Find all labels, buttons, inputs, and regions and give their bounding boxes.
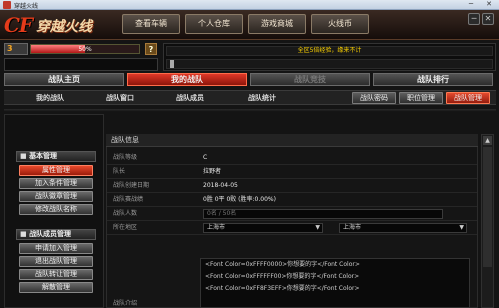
tab-clan-ranking[interactable]: 战队排行	[373, 73, 493, 86]
info-row: 队长 拉野者	[107, 165, 477, 179]
content-title: 战队信息	[106, 134, 478, 147]
close-window-button[interactable]: ✕	[482, 0, 496, 9]
subtab-my-clan[interactable]: 我的战队	[18, 93, 82, 104]
province-select[interactable]: 上海市 ▼	[203, 223, 323, 233]
menu-join-condition[interactable]: 加入条件管理	[19, 178, 93, 189]
notice-bar: 全区5倍经验，缘来不计	[166, 46, 493, 56]
info-value: 2018-04-05	[203, 182, 238, 189]
description-line: <Font Color=0xFFFFFF00>你想要的字</Font Color…	[205, 273, 360, 280]
volume-slider[interactable]	[166, 59, 493, 69]
notice-text: 全区5倍经验，缘来不计	[297, 47, 362, 54]
client-area: CF 穿越火线 查看车辆 个人仓库 游戏商城 火线币 ─ ✕ 3 50% ? 全…	[0, 10, 499, 308]
menu-rename-clan[interactable]: 修改战队名称	[19, 204, 93, 215]
divider	[4, 109, 496, 112]
nav-coin-button[interactable]: 火线币	[311, 14, 369, 34]
status-message-box	[4, 58, 158, 71]
info-value: C	[203, 154, 208, 161]
game-logo: CF 穿越火线	[4, 13, 120, 37]
city-select[interactable]: 上海市 ▼	[339, 223, 467, 233]
info-row: 战队赛战绩 0胜 0平 0败 (胜率:0.00%)	[107, 193, 477, 207]
menu-dissolve-manage[interactable]: 解散管理	[19, 282, 93, 293]
info-row: 战队创建日期 2018-04-05	[107, 179, 477, 193]
subtab-clan-stats[interactable]: 战队统计	[230, 93, 294, 104]
minimize-icon[interactable]: ─	[468, 13, 480, 25]
description-line: <Font Color=0xFF8F3EFF>你想要的字</Font Color…	[205, 285, 360, 292]
description-label: 战队介绍	[113, 300, 138, 307]
main-tabs: 战队主页 我的战队 战队竞技 战队排行	[4, 73, 496, 86]
tab-my-clan[interactable]: 我的战队	[127, 73, 247, 86]
volume-slider-knob[interactable]	[170, 60, 174, 68]
help-button[interactable]: ?	[145, 43, 157, 55]
content-scrollbar[interactable]: ▲	[481, 134, 494, 308]
chevron-down-icon: ▼	[459, 224, 464, 231]
info-value: 0胜 0平 0败 (胜率:0.00%)	[203, 196, 276, 203]
clan-description-input[interactable]: <Font Color=0xFFFF0000>你想要的字</Font Color…	[200, 258, 470, 308]
scroll-up-icon[interactable]: ▲	[483, 136, 492, 145]
sub-tabs: 我的战队 战队窗口 战队成员 战队统计 战队密码 职位管理 战队管理	[4, 90, 496, 105]
window-title: 穿越火线	[14, 3, 39, 10]
info-label: 战队赛战绩	[113, 196, 144, 203]
region-label: 所在地区	[113, 224, 138, 231]
tab-clan-competition[interactable]: 战队竞技	[250, 73, 370, 86]
info-value: 拉野者	[203, 168, 222, 175]
province-value: 上海市	[207, 224, 226, 231]
chevron-down-icon: ▼	[315, 224, 320, 231]
section-basic-manage: 基本管理	[16, 151, 96, 162]
exp-progress-text: 50%	[78, 46, 92, 53]
game-header: CF 穿越火线 查看车辆 个人仓库 游戏商城 火线币 ─ ✕	[0, 10, 499, 40]
menu-badge-manage[interactable]: 战队徽章管理	[19, 191, 93, 202]
info-row: 战队人数 0名 / 50名	[107, 207, 477, 221]
description-line: <Font Color=0xFFFF0000>你想要的字</Font Color…	[205, 261, 360, 268]
menu-attribute-manage[interactable]: 属性管理	[19, 165, 93, 176]
tab-clan-home[interactable]: 战队主页	[4, 73, 124, 86]
menu-quit-manage[interactable]: 退出战队管理	[19, 256, 93, 267]
exp-progress-bar: 50%	[30, 44, 140, 54]
position-manage-button[interactable]: 职位管理	[399, 92, 443, 104]
info-label: 战队等级	[113, 154, 138, 161]
app-icon	[3, 1, 11, 9]
info-label: 队长	[113, 168, 126, 175]
section-member-manage: 战队成员管理	[16, 229, 96, 240]
minimize-window-button[interactable]: ─	[464, 0, 478, 9]
logo-cn: 穿越火线	[36, 19, 92, 35]
info-label: 战队创建日期	[113, 182, 150, 189]
window-titlebar: 穿越火线 ─ ✕	[0, 0, 499, 10]
info-row-region: 所在地区 上海市 ▼ 上海市 ▼	[107, 221, 477, 235]
logo-latin: CF	[4, 13, 33, 37]
subtab-clan-window[interactable]: 战队窗口	[88, 93, 152, 104]
menu-join-request[interactable]: 申请加入管理	[19, 243, 93, 254]
level-badge: 3	[4, 43, 28, 55]
info-row: 战队等级 C	[107, 151, 477, 165]
notice-panel: 全区5倍经验，缘来不计	[163, 43, 496, 71]
info-label: 战队人数	[113, 210, 138, 217]
nav-vehicle-button[interactable]: 查看车辆	[122, 14, 180, 34]
nav-shop-button[interactable]: 游戏商城	[248, 14, 306, 34]
menu-transfer-manage[interactable]: 战队转让管理	[19, 269, 93, 280]
nav-warehouse-button[interactable]: 个人仓库	[185, 14, 243, 34]
member-count-field: 0名 / 50名	[203, 209, 443, 219]
clan-manage-button[interactable]: 战队管理	[446, 92, 490, 104]
scroll-thumb[interactable]	[483, 147, 492, 267]
clan-password-button[interactable]: 战队密码	[352, 92, 396, 104]
city-value: 上海市	[343, 224, 362, 231]
close-icon[interactable]: ✕	[482, 13, 494, 25]
subtab-clan-members[interactable]: 战队成员	[158, 93, 222, 104]
